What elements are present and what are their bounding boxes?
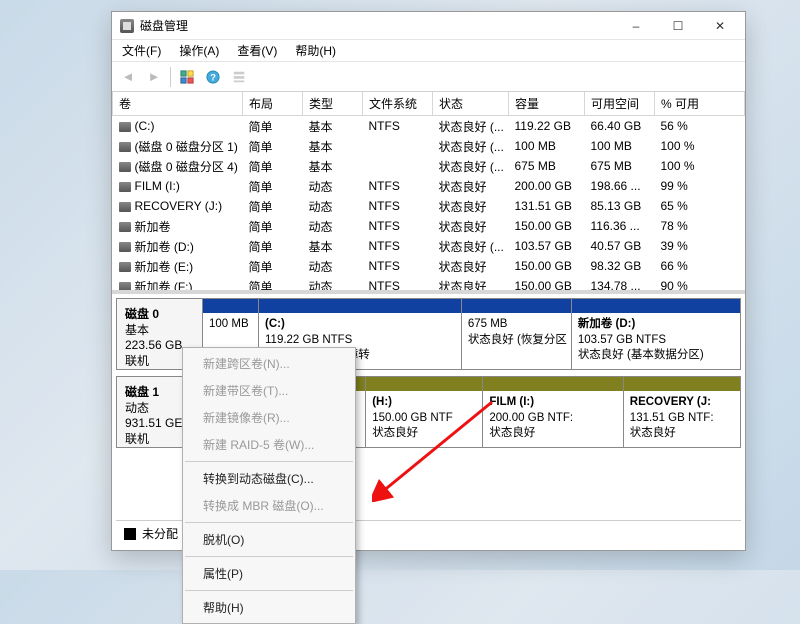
forward-button: ►	[142, 65, 166, 89]
titlebar[interactable]: 磁盘管理 – ☐ ✕	[112, 12, 745, 40]
col-layout[interactable]: 布局	[243, 92, 303, 116]
partition[interactable]: RECOVERY (J:131.51 GB NTF:状态良好	[624, 377, 740, 447]
table-row[interactable]: 新加卷简单动态NTFS状态良好150.00 GB116.36 ...78 %	[113, 216, 745, 236]
menubar: 文件(F) 操作(A) 查看(V) 帮助(H)	[112, 40, 745, 62]
table-row[interactable]: 新加卷 (E:)简单动态NTFS状态良好150.00 GB98.32 GB66 …	[113, 256, 745, 276]
window-title: 磁盘管理	[140, 17, 615, 34]
col-percent[interactable]: % 可用	[655, 92, 745, 116]
partition[interactable]: 675 MB状态良好 (恢复分区	[462, 299, 572, 369]
table-row[interactable]: FILM (I:)简单动态NTFS状态良好200.00 GB198.66 ...…	[113, 176, 745, 196]
col-volume[interactable]: 卷	[113, 92, 243, 116]
col-fs[interactable]: 文件系统	[363, 92, 433, 116]
ctx-new-span: 新建跨区卷(N)...	[183, 350, 355, 377]
volume-icon	[119, 162, 131, 172]
ctx-new-stripe: 新建带区卷(T)...	[183, 377, 355, 404]
toolbar: ◄ ► ?	[112, 62, 745, 92]
partition[interactable]: FILM (I:)200.00 GB NTF:状态良好	[483, 377, 623, 447]
maximize-button[interactable]: ☐	[657, 12, 699, 40]
volume-icon	[119, 262, 131, 272]
list-button	[227, 65, 251, 89]
volume-icon	[119, 222, 131, 232]
disk-management-window: 磁盘管理 – ☐ ✕ 文件(F) 操作(A) 查看(V) 帮助(H) ◄ ► ?	[111, 11, 746, 551]
app-icon	[120, 19, 134, 33]
menu-help[interactable]: 帮助(H)	[291, 40, 340, 61]
back-button: ◄	[116, 65, 140, 89]
table-row[interactable]: RECOVERY (J:)简单动态NTFS状态良好131.51 GB85.13 …	[113, 196, 745, 216]
volume-icon	[119, 242, 131, 252]
close-button[interactable]: ✕	[699, 12, 741, 40]
ctx-properties[interactable]: 属性(P)	[183, 560, 355, 587]
volume-icon	[119, 282, 131, 292]
help-icon: ?	[206, 70, 220, 84]
refresh-icon	[180, 70, 194, 84]
ctx-to-dynamic[interactable]: 转换到动态磁盘(C)...	[183, 465, 355, 492]
volume-list[interactable]: 卷 布局 类型 文件系统 状态 容量 可用空间 % 可用 (C:)简单基本NTF…	[112, 92, 745, 294]
disk-0-type: 基本	[125, 323, 194, 339]
disk-0-name: 磁盘 0	[125, 307, 194, 323]
table-row[interactable]: (磁盘 0 磁盘分区 4)简单基本状态良好 (...675 MB675 MB10…	[113, 156, 745, 176]
ctx-new-raid5: 新建 RAID-5 卷(W)...	[183, 431, 355, 458]
svg-text:?: ?	[210, 72, 216, 83]
col-type[interactable]: 类型	[303, 92, 363, 116]
ctx-offline[interactable]: 脱机(O)	[183, 526, 355, 553]
volume-icon	[119, 122, 131, 132]
ctx-new-mirror: 新建镜像卷(R)...	[183, 404, 355, 431]
menu-action[interactable]: 操作(A)	[175, 40, 223, 61]
col-status[interactable]: 状态	[433, 92, 509, 116]
col-free[interactable]: 可用空间	[585, 92, 655, 116]
legend-unallocated: 未分配	[142, 525, 178, 542]
volume-icon	[119, 182, 131, 192]
help-button[interactable]: ?	[201, 65, 225, 89]
list-icon	[232, 70, 246, 84]
ctx-help[interactable]: 帮助(H)	[183, 594, 355, 621]
partition[interactable]: (H:)150.00 GB NTF状态良好	[366, 377, 483, 447]
table-row[interactable]: 新加卷 (F:)简单动态NTFS状态良好150.00 GB134.78 ...9…	[113, 276, 745, 294]
col-capacity[interactable]: 容量	[509, 92, 585, 116]
refresh-button[interactable]	[175, 65, 199, 89]
table-row[interactable]: 新加卷 (D:)简单基本NTFS状态良好 (...103.57 GB40.57 …	[113, 236, 745, 256]
menu-file[interactable]: 文件(F)	[118, 40, 165, 61]
minimize-button[interactable]: –	[615, 12, 657, 40]
context-menu: 新建跨区卷(N)... 新建带区卷(T)... 新建镜像卷(R)... 新建 R…	[182, 347, 356, 624]
table-row[interactable]: (C:)简单基本NTFS状态良好 (...119.22 GB66.40 GB56…	[113, 116, 745, 137]
volume-icon	[119, 142, 131, 152]
unallocated-swatch	[124, 528, 136, 540]
ctx-to-mbr: 转换成 MBR 磁盘(O)...	[183, 492, 355, 519]
volume-icon	[119, 202, 131, 212]
partition[interactable]: 新加卷 (D:)103.57 GB NTFS状态良好 (基本数据分区)	[572, 299, 740, 369]
table-row[interactable]: (磁盘 0 磁盘分区 1)简单基本状态良好 (...100 MB100 MB10…	[113, 136, 745, 156]
menu-view[interactable]: 查看(V)	[233, 40, 281, 61]
